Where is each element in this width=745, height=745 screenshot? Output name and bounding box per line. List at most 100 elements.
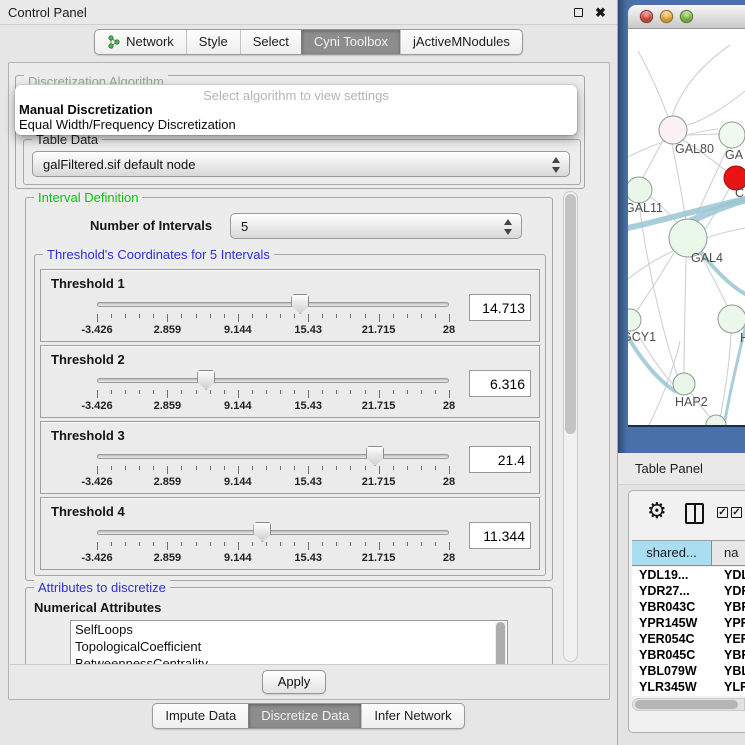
panel-scrollbar-thumb[interactable]	[565, 194, 576, 434]
algorithm-option-manual[interactable]: Manual Discretization	[15, 102, 577, 117]
float-window-button[interactable]	[572, 6, 585, 19]
tick-mark	[111, 466, 112, 470]
table-row[interactable]: YBL079WYBL0	[632, 663, 745, 679]
gear-icon[interactable]: ⚙	[647, 499, 667, 524]
tab-network[interactable]: Network	[95, 30, 186, 54]
cell-name: YDL1	[712, 567, 745, 583]
table-row[interactable]: YDR27...YDR2	[632, 583, 745, 599]
tab-style[interactable]: Style	[186, 30, 240, 54]
tick-label: 21.715	[362, 476, 396, 488]
tick-mark	[224, 542, 225, 546]
network-node-h[interactable]	[718, 305, 745, 333]
threshold-value-field[interactable]	[469, 370, 531, 397]
table-row[interactable]: YDL19...YDL1	[632, 567, 745, 583]
slider-thumb[interactable]	[253, 522, 271, 542]
table-data-combobox[interactable]: galFiltered.sif default node	[32, 151, 570, 177]
tick-mark	[407, 542, 408, 546]
tab-jactivemnodules[interactable]: jActiveMNodules	[400, 30, 522, 54]
table-row[interactable]: YER054CYER0	[632, 631, 745, 647]
checkbox-select-all-icon[interactable]: ✓	[717, 507, 728, 518]
threshold-value-field[interactable]	[469, 446, 531, 473]
table-row[interactable]: YIL052CYIL0	[632, 695, 745, 696]
tick-label: 21.715	[362, 324, 396, 336]
tick-label: 2.859	[154, 476, 182, 488]
number-of-intervals-spinner[interactable]: 5	[230, 213, 522, 239]
network-canvas[interactable]: GAL80GACGAL11GAL4GCY1HHAP2	[628, 29, 745, 427]
column-header-shared-name[interactable]: shared...	[632, 541, 712, 565]
threshold-row: Threshold 3 -3.4262.8599.14415.4321.7152…	[40, 421, 540, 494]
columns-icon[interactable]	[685, 503, 704, 524]
minimize-light-icon[interactable]	[660, 10, 673, 23]
attributes-scrollbar[interactable]	[495, 622, 506, 664]
tab-cyni-toolbox[interactable]: Cyni Toolbox	[301, 30, 400, 54]
slider-thumb[interactable]	[291, 294, 309, 314]
float-icon	[574, 8, 583, 17]
table-row[interactable]: YPR145WYPR1	[632, 615, 745, 631]
tick-label: -3.426	[81, 400, 112, 412]
tab-select[interactable]: Select	[240, 30, 301, 54]
close-panel-button[interactable]: ✖	[594, 6, 607, 19]
tick-mark	[266, 542, 267, 546]
column-header-name[interactable]: na	[712, 541, 745, 565]
slider-thumb[interactable]	[366, 446, 384, 466]
tab-label: Network	[126, 34, 174, 49]
tick-mark	[336, 466, 337, 470]
network-node-gal11[interactable]	[628, 177, 652, 203]
slider-track[interactable]	[97, 302, 449, 307]
slider-tick-labels: -3.4262.8599.14415.4321.71528	[97, 324, 449, 338]
checkbox-select-icon[interactable]: ✓	[731, 507, 742, 518]
tick-mark	[322, 466, 323, 470]
tick-mark	[350, 314, 351, 318]
network-node-gal80[interactable]	[659, 116, 687, 144]
network-window-titlebar[interactable]	[628, 5, 745, 29]
attribute-list-item[interactable]: BetweennessCentrality	[71, 655, 507, 664]
network-node-ga[interactable]	[719, 122, 745, 148]
slider-track[interactable]	[97, 378, 449, 383]
table-row[interactable]: YBR045CYBR0	[632, 647, 745, 663]
node-table-panel: ⚙ ✓ ✓ shared... na YDL19...YDL1YDR27...Y…	[628, 490, 745, 733]
slider-thumb[interactable]	[197, 370, 215, 390]
table-row[interactable]: YBR043CYBR0	[632, 599, 745, 615]
tab-discretize-data[interactable]: Discretize Data	[248, 704, 361, 728]
numerical-attributes-list[interactable]: SelfLoopsTopologicalCoefficientBetweenne…	[70, 620, 508, 664]
tick-mark	[238, 314, 239, 322]
zoom-light-icon[interactable]	[680, 10, 693, 23]
table-hscrollbar-thumb[interactable]	[635, 700, 738, 709]
slider-track[interactable]	[97, 530, 449, 535]
attributes-scrollbar-thumb[interactable]	[496, 622, 505, 664]
network-icon	[107, 35, 121, 49]
panel-scrollbar[interactable]	[563, 191, 578, 662]
tick-mark	[393, 542, 394, 546]
tick-mark	[435, 390, 436, 394]
threshold-slider[interactable]: -3.4262.8599.14415.4321.71528	[97, 374, 449, 416]
table-panel-titlebar: Table Panel	[618, 453, 745, 485]
threshold-label: Threshold 2	[51, 352, 125, 367]
network-node-gcy1[interactable]	[628, 309, 641, 331]
apply-button[interactable]: Apply	[262, 670, 326, 694]
table-row[interactable]: YLR345WYLR3	[632, 679, 745, 695]
cell-shared-name: YBL079W	[632, 663, 712, 679]
table-rows: YDL19...YDL1YDR27...YDR2YBR043CYBR0YPR14…	[632, 567, 745, 696]
tab-group: Impute Data Discretize DataInfer Network	[152, 703, 464, 729]
algorithm-option-equal-width[interactable]: Equal Width/Frequency Discretization	[15, 117, 577, 132]
slider-track[interactable]	[97, 454, 449, 459]
network-node-hap2[interactable]	[673, 373, 695, 395]
threshold-slider[interactable]: -3.4262.8599.14415.4321.71528	[97, 450, 449, 492]
threshold-slider[interactable]: -3.4262.8599.14415.4321.71528	[97, 526, 449, 568]
attribute-list-item[interactable]: SelfLoops	[71, 621, 507, 638]
threshold-value-field[interactable]	[469, 522, 531, 549]
close-light-icon[interactable]	[640, 10, 653, 23]
attribute-list-item[interactable]: TopologicalCoefficient	[71, 638, 507, 655]
tick-mark	[393, 466, 394, 470]
tab-infer-network[interactable]: Infer Network	[361, 704, 463, 728]
table-hscrollbar[interactable]	[632, 698, 745, 711]
threshold-value-field[interactable]	[469, 294, 531, 321]
tab-impute-data[interactable]: Impute Data	[153, 704, 248, 728]
tick-mark	[167, 542, 168, 550]
tick-mark	[238, 390, 239, 398]
tick-mark	[139, 466, 140, 470]
tab-label: Impute Data	[165, 708, 236, 723]
network-graph[interactable]: GAL80GACGAL11GAL4GCY1HHAP2	[628, 29, 745, 425]
threshold-slider[interactable]: -3.4262.8599.14415.4321.71528	[97, 298, 449, 340]
cell-shared-name: YIL052C	[632, 695, 712, 696]
